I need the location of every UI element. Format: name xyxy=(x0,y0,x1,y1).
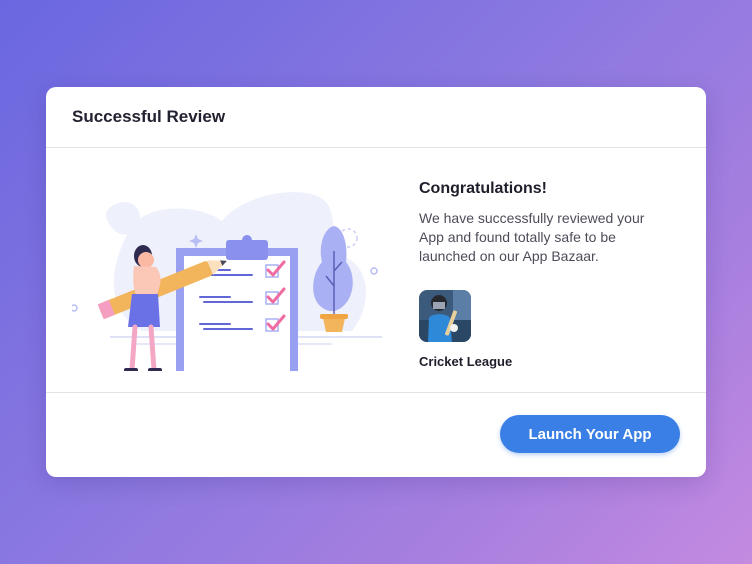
dialog-title: Successful Review xyxy=(72,107,226,126)
dialog-body: Congratulations! We have successfully re… xyxy=(46,148,706,393)
congratulations-heading: Congratulations! xyxy=(419,180,547,197)
dialog-footer: Launch Your App xyxy=(46,393,706,477)
dialog-header: Successful Review xyxy=(46,87,706,148)
app-name: Cricket League xyxy=(419,354,513,369)
review-dialog: Successful Review Congratulations! We ha… xyxy=(46,87,706,477)
review-info: Congratulations! We have successfully re… xyxy=(419,180,669,369)
cricket-player-photo-icon xyxy=(419,290,471,342)
review-message: We have successfully reviewed your App a… xyxy=(419,210,645,264)
launch-app-button[interactable]: Launch Your App xyxy=(500,415,680,453)
checklist-illustration xyxy=(72,192,382,371)
